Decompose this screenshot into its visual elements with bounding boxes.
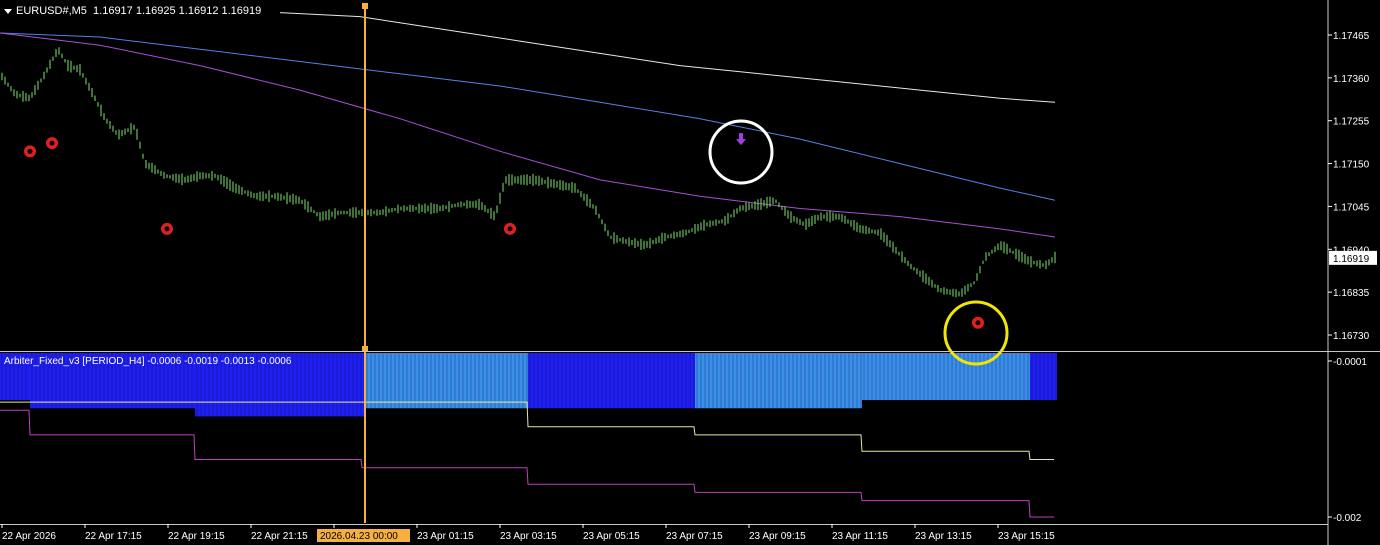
time-tick-label: 22 Apr 2026 bbox=[2, 531, 56, 542]
cursor-handle-top[interactable] bbox=[362, 3, 368, 9]
indicator-tick-label: -0.002 bbox=[1333, 513, 1362, 524]
symbol-name: EURUSD#,M5 bbox=[16, 5, 87, 17]
signal-star-icon[interactable] bbox=[24, 145, 36, 158]
time-tick-label: 23 Apr 13:15 bbox=[915, 531, 972, 542]
price-tick-label: 1.16730 bbox=[1333, 331, 1370, 342]
signal-star-center bbox=[975, 320, 981, 326]
time-tick-label: 23 Apr 09:15 bbox=[749, 531, 806, 542]
indicator-tick-label: -0.0001 bbox=[1333, 357, 1367, 368]
price-tick-label: 1.17150 bbox=[1333, 160, 1370, 171]
histogram-bar bbox=[862, 353, 1030, 401]
time-tick-label: 23 Apr 11:15 bbox=[832, 531, 888, 542]
current-price-label: 1.16919 bbox=[1333, 254, 1370, 265]
time-cursor-label: 2026.04.23 00:00 bbox=[320, 531, 398, 542]
signal-star-icon[interactable] bbox=[504, 222, 516, 235]
time-tick-label: 22 Apr 19:15 bbox=[168, 531, 225, 542]
signal-star-icon[interactable] bbox=[972, 316, 984, 329]
signal-star-center bbox=[164, 226, 170, 232]
time-tick-label: 23 Apr 01:15 bbox=[417, 531, 474, 542]
price-tick-label: 1.17255 bbox=[1333, 117, 1370, 128]
price-tick-label: 1.17465 bbox=[1333, 31, 1370, 42]
time-tick-label: 22 Apr 17:15 bbox=[85, 531, 142, 542]
indicator-label: Arbiter_Fixed_v3 [PERIOD_H4] -0.0006 -0.… bbox=[4, 356, 292, 367]
ohlc-values: 1.16917 1.16925 1.16912 1.16919 bbox=[93, 5, 262, 17]
signal-star-center bbox=[49, 140, 55, 146]
time-tick-label: 23 Apr 03:15 bbox=[500, 531, 557, 542]
symbol-header[interactable]: EURUSD#,M5 1.16917 1.16925 1.16912 1.169… bbox=[4, 5, 261, 17]
signal-star-center bbox=[507, 226, 513, 232]
signal-star-icon[interactable] bbox=[161, 222, 173, 235]
price-tick-label: 1.17360 bbox=[1333, 74, 1370, 85]
time-tick-label: 22 Apr 21:15 bbox=[251, 531, 308, 542]
histogram-bar bbox=[1030, 353, 1057, 401]
histogram-bar bbox=[365, 353, 528, 409]
price-tick-label: 1.17045 bbox=[1333, 202, 1370, 213]
trading-chart[interactable]: 1.17465 1.17360 1.17255 1.17150 1.17045 1.169… bbox=[0, 0, 1380, 545]
time-tick-label: 23 Apr 07:15 bbox=[666, 531, 723, 542]
price-tick-label: 1.16835 bbox=[1333, 288, 1370, 299]
signal-star-center bbox=[27, 148, 33, 154]
chevron-down-icon[interactable] bbox=[4, 8, 12, 14]
time-tick-label: 23 Apr 05:15 bbox=[583, 531, 640, 542]
time-tick-label: 23 Apr 15:15 bbox=[998, 531, 1055, 542]
signal-star-icon[interactable] bbox=[46, 137, 58, 150]
